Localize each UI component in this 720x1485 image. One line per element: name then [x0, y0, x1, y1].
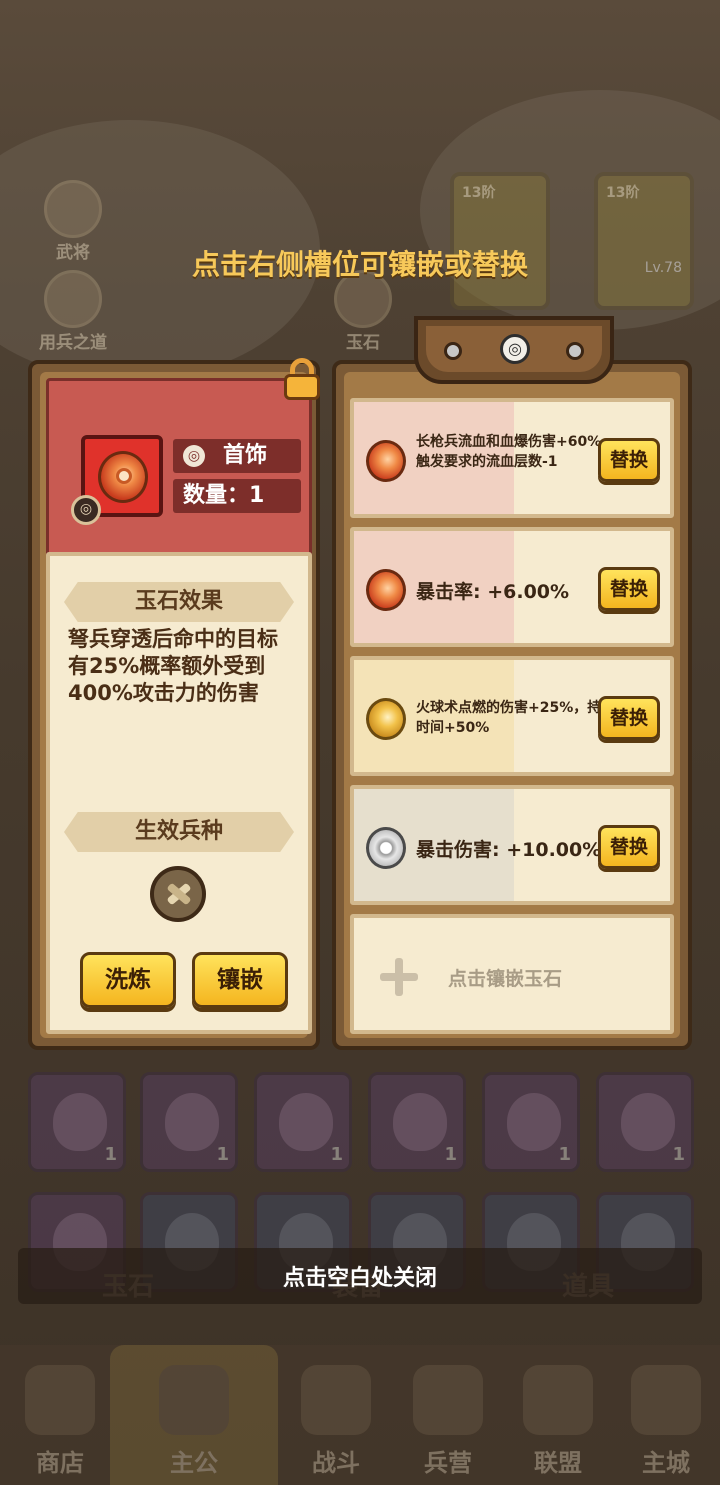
quantity-tag: 数量：1 [173, 479, 301, 513]
swap-button[interactable]: 替换 [598, 438, 660, 482]
bg-inventory-cell: 1 [28, 1072, 126, 1172]
slot-panel-header: ◎ [414, 316, 614, 384]
jewelry-type-icon: ◎ [71, 495, 101, 525]
empty-jade-slot[interactable]: 点击镶嵌玉石 [350, 914, 674, 1034]
nav-battle: 战斗 [276, 1345, 396, 1485]
instruction-text: 点击右侧槽位可镶嵌或替换 [191, 248, 528, 281]
nav-alliance: 联盟 [498, 1345, 618, 1485]
close-hint[interactable]: 点击空白处关闭 [0, 1260, 720, 1292]
lock-icon[interactable] [282, 358, 322, 400]
bg-hero-card: 13阶 Lv.78 [594, 172, 694, 310]
swap-button[interactable]: 替换 [598, 567, 660, 611]
plus-icon [380, 958, 418, 996]
nav-barracks: 兵营 [388, 1345, 508, 1485]
crossbow-troop-icon [150, 866, 206, 922]
effect-title: 玉石效果 [64, 582, 294, 622]
red-swirl-gem-icon [98, 451, 148, 503]
jade-detail-panel: ◎ ◎ 首饰 数量：1 玉石效果 弩兵穿透后命中的目标有25%概率额外受到400%… [28, 358, 322, 1050]
white-ring-gem-icon [366, 827, 406, 869]
bg-inventory-cell: 1 [368, 1072, 466, 1172]
effect-description: 弩兵穿透后命中的目标有25%概率额外受到400%攻击力的伤害 [68, 627, 278, 705]
bg-hero-card: 13阶 [450, 172, 550, 310]
gold-swirl-gem-icon [366, 698, 406, 740]
jade-slot-3[interactable]: 火球术点燃的伤害+25%，持续时间+50% 替换 [350, 656, 674, 776]
bg-inventory-cell: 1 [596, 1072, 694, 1172]
red-swirl-gem-icon [366, 569, 406, 611]
bottom-nav: 商店 主公 战斗 兵营 联盟 主城 [0, 1345, 720, 1485]
item-banner: ◎ ◎ 首饰 数量：1 [46, 378, 312, 583]
inlay-button[interactable]: 镶嵌 [192, 952, 288, 1008]
nav-lord: 主公 [110, 1345, 278, 1485]
nav-castle: 主城 [606, 1345, 720, 1485]
bg-inventory-cell: 1 [140, 1072, 238, 1172]
swap-button[interactable]: 替换 [598, 825, 660, 869]
jewelry-icon: ◎ [500, 334, 530, 364]
jewelry-icon: ◎ [183, 445, 205, 467]
jade-slot-1[interactable]: 长枪兵流血和血爆伤害+60%，触发要求的流血层数-1 替换 [350, 398, 674, 518]
effect-card: 玉石效果 弩兵穿透后命中的目标有25%概率额外受到400%攻击力的伤害 生效兵种… [46, 552, 312, 1034]
red-swirl-gem-icon [366, 440, 406, 482]
bg-inventory-cell: 1 [482, 1072, 580, 1172]
refine-button[interactable]: 洗炼 [80, 952, 176, 1008]
jade-slot-2[interactable]: 暴击率: +6.00% 替换 [350, 527, 674, 647]
swap-button[interactable]: 替换 [598, 696, 660, 740]
troop-title: 生效兵种 [64, 812, 294, 852]
jade-slot-4[interactable]: 暴击伤害: +10.00% 替换 [350, 785, 674, 905]
bg-inventory-cell: 1 [254, 1072, 352, 1172]
slot-type-tag: ◎ 首饰 [173, 439, 301, 473]
nav-shop: 商店 [0, 1345, 120, 1485]
